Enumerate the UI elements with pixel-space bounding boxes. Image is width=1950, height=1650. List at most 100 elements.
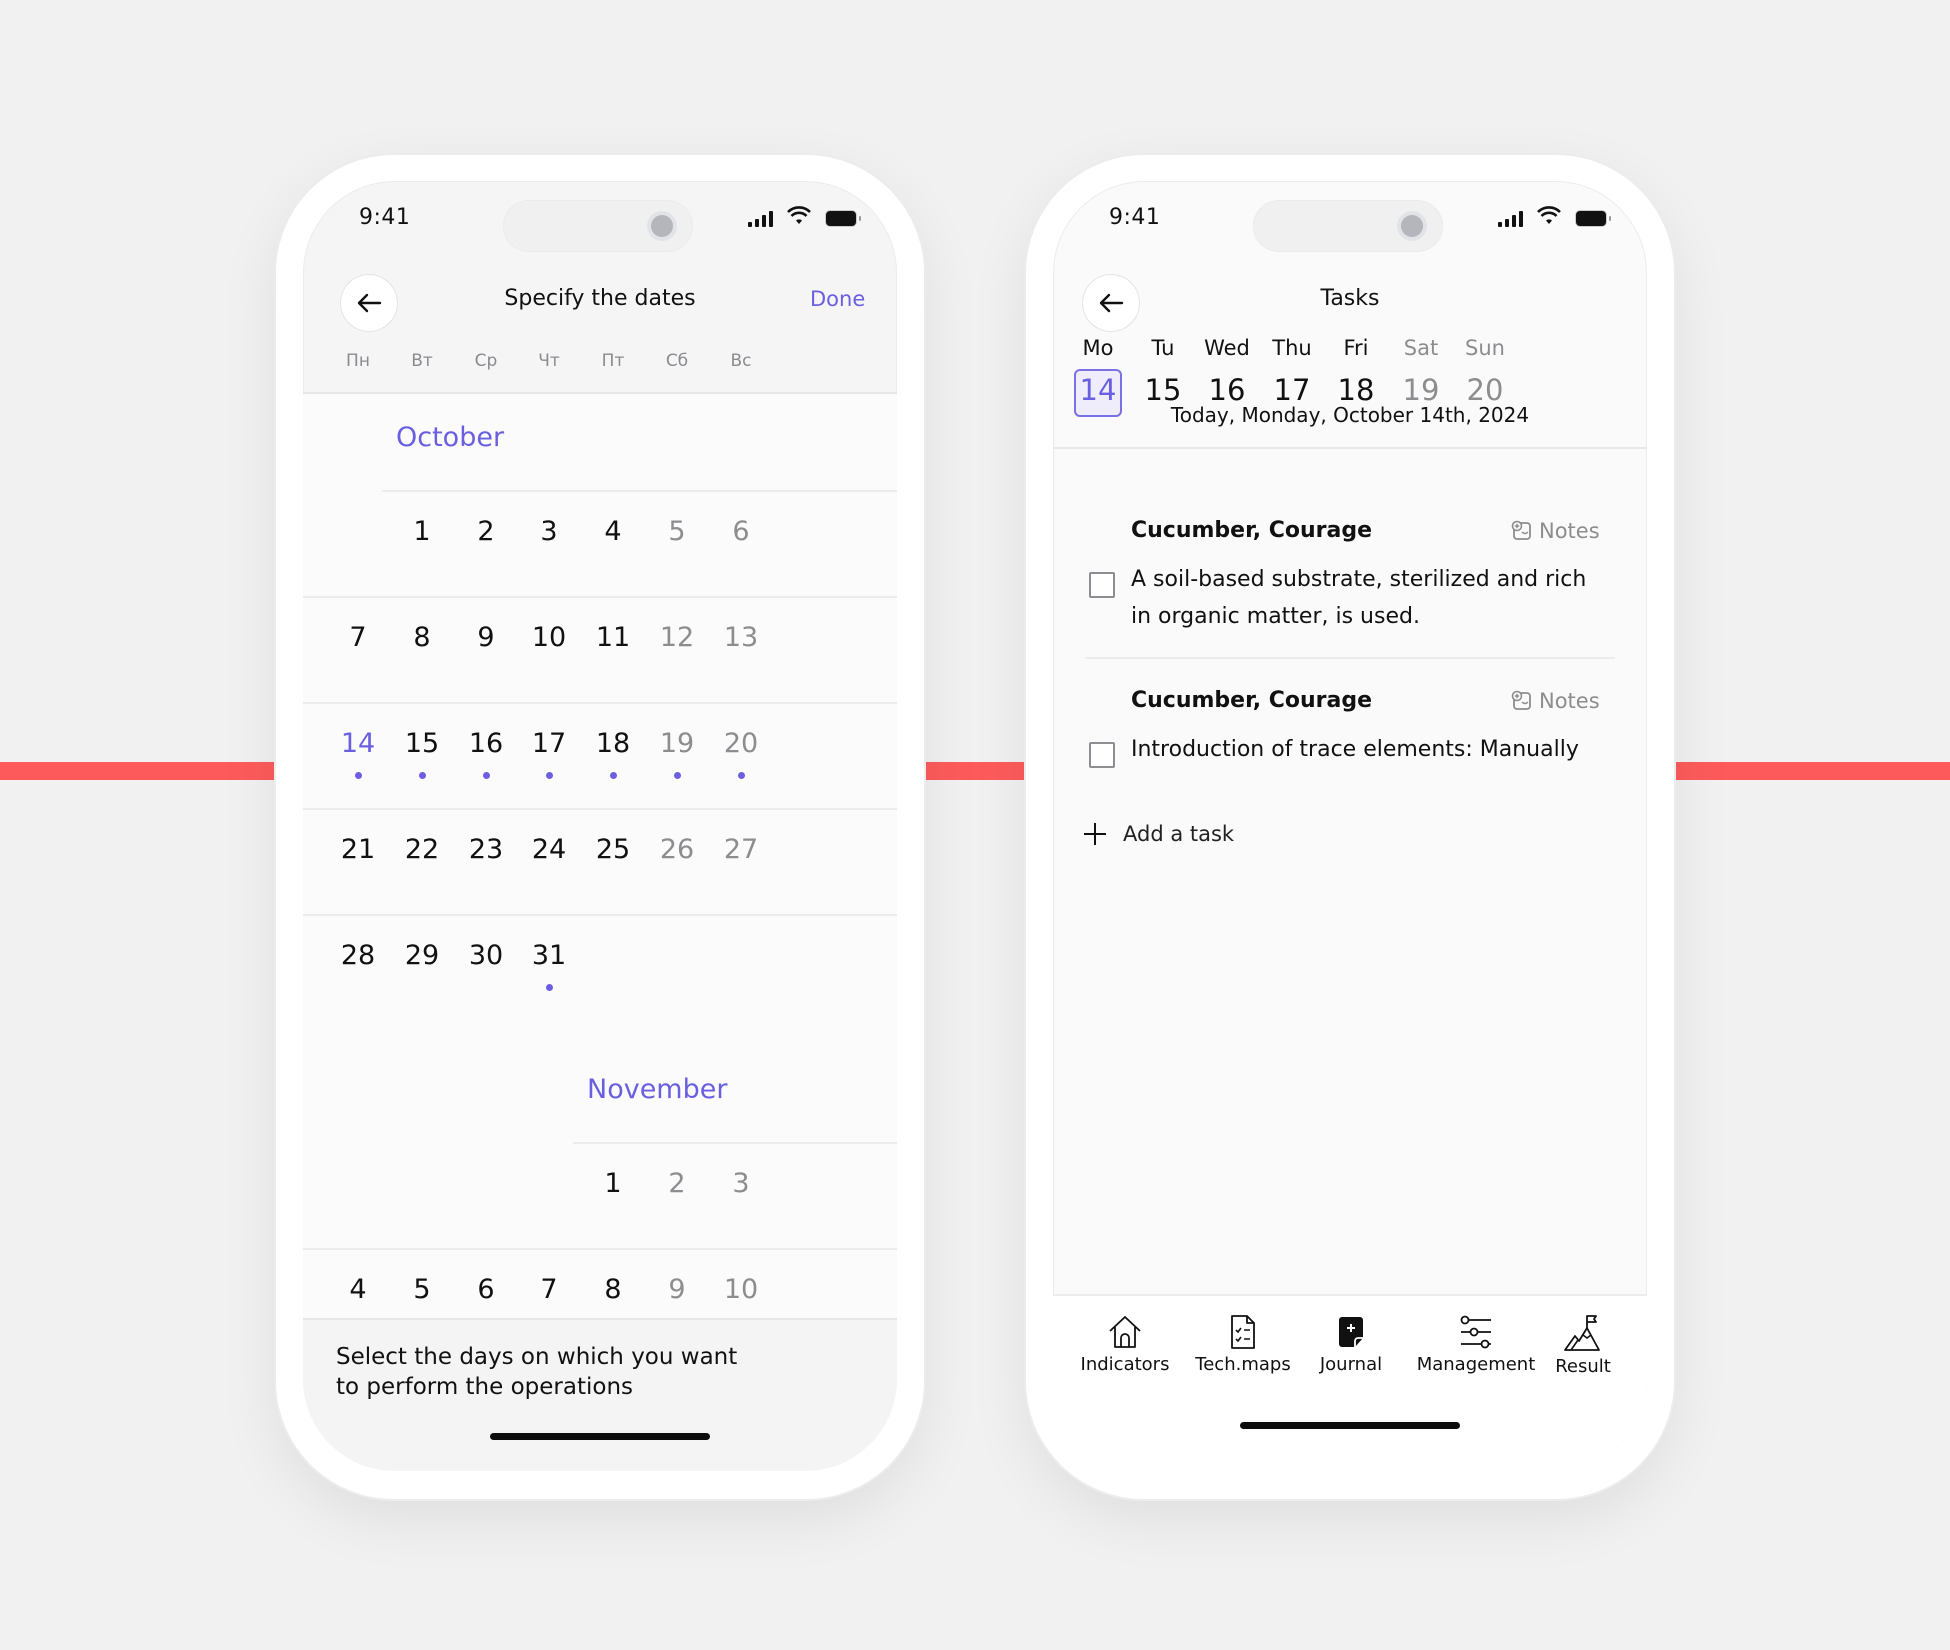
- home-indicator[interactable]: [490, 1433, 710, 1440]
- calendar-day[interactable]: 5: [392, 1274, 452, 1305]
- calendar-day[interactable]: 19: [647, 728, 707, 759]
- nav-item-indicators[interactable]: Indicators: [1075, 1314, 1175, 1375]
- calendar-day[interactable]: 25: [583, 834, 643, 865]
- checklist-document-icon: [1231, 1315, 1255, 1349]
- month-label: October: [396, 422, 505, 453]
- calendar-day[interactable]: 3: [519, 516, 579, 547]
- calendar-day[interactable]: 2: [456, 516, 516, 547]
- home-indicator[interactable]: [1240, 1422, 1460, 1429]
- page-title: Tasks: [1320, 286, 1380, 311]
- notes-button[interactable]: Notes: [1511, 689, 1600, 713]
- weekday-label: Ср: [474, 351, 498, 371]
- calendar-day[interactable]: 7: [519, 1274, 579, 1305]
- calendar-day[interactable]: 9: [647, 1274, 707, 1305]
- notes-add-icon: [1511, 690, 1531, 710]
- home-icon: [1109, 1316, 1141, 1348]
- calendar-day[interactable]: 1: [392, 516, 452, 547]
- tasks-screen: 9:41 Tasks Mo 14 Tu 15 Wed 16 Thu 17 Fri 18 Sat 19 S…: [1053, 181, 1647, 1471]
- calendar-day[interactable]: 5: [647, 516, 707, 547]
- week-day-date[interactable]: 18: [1321, 373, 1391, 407]
- calendar-day[interactable]: 7: [328, 622, 388, 653]
- notes-button[interactable]: Notes: [1511, 519, 1600, 543]
- nav-item-tech-maps[interactable]: Tech.maps: [1193, 1314, 1293, 1375]
- task-text: A soil-based substrate, sterilized and r…: [1131, 567, 1587, 629]
- journal-add-icon: [1339, 1317, 1363, 1347]
- calendar-day[interactable]: 22: [392, 834, 452, 865]
- calendar-day[interactable]: 31: [519, 940, 579, 971]
- weekday-label: Вт: [411, 351, 433, 371]
- calendar-day[interactable]: 17: [519, 728, 579, 759]
- calendar-day[interactable]: 2: [647, 1168, 707, 1199]
- calendar-day[interactable]: 1: [583, 1168, 643, 1199]
- month-divider: [573, 1142, 897, 1144]
- calendar-day[interactable]: 15: [392, 728, 452, 759]
- calendar-day[interactable]: 4: [328, 1274, 388, 1305]
- calendar-day[interactable]: 12: [647, 622, 707, 653]
- calendar-day[interactable]: 23: [456, 834, 516, 865]
- signal-icon: [1498, 211, 1523, 227]
- week-day-label: Mo: [1082, 336, 1114, 360]
- nav-item-management[interactable]: Management: [1411, 1314, 1541, 1375]
- calendar-day[interactable]: 21: [328, 834, 388, 865]
- calendar-day[interactable]: 24: [519, 834, 579, 865]
- week-day-date[interactable]: 20: [1450, 373, 1520, 407]
- week-day-label: Wed: [1204, 336, 1250, 360]
- phone-tasks: 9:41 Tasks Mo 14 Tu 15 Wed 16 Thu 17 Fri 18 Sat 19 S…: [1026, 155, 1674, 1499]
- week-day-label: Fri: [1343, 336, 1369, 360]
- task-checkbox[interactable]: [1089, 742, 1115, 768]
- sliders-icon: [1460, 1315, 1491, 1349]
- calendar-day[interactable]: 30: [456, 940, 516, 971]
- calendar-day[interactable]: 10: [711, 1274, 771, 1305]
- week-day-date[interactable]: 17: [1257, 373, 1327, 407]
- task-title: Cucumber, Courage: [1131, 518, 1373, 543]
- done-button[interactable]: Done: [810, 287, 865, 311]
- notes-add-icon: [1511, 520, 1531, 540]
- wifi-icon: [1537, 206, 1561, 224]
- add-task-button[interactable]: Add a task: [1083, 822, 1234, 846]
- battery-icon: [826, 211, 861, 226]
- calendar-day[interactable]: 28: [328, 940, 388, 971]
- calendar-day[interactable]: 3: [711, 1168, 771, 1199]
- date-picker-screen: 9:41 Specify the dates Done Пн Вт Ср Чт Пт Сб…: [303, 181, 897, 1471]
- calendar-day[interactable]: 8: [392, 622, 452, 653]
- calendar-scroll-area[interactable]: October 1 2 3 4 5 6 7 8 9 10 11 12 13 14 15 16 17 18 19 20 21…: [303, 394, 897, 1471]
- week-day-date[interactable]: 14: [1063, 373, 1133, 407]
- scheduled-dot-indicator: [674, 772, 681, 779]
- calendar-day[interactable]: 13: [711, 622, 771, 653]
- weekday-label: Пн: [346, 351, 370, 371]
- week-day-label: Thu: [1272, 336, 1312, 360]
- nav-item-result[interactable]: Result: [1543, 1314, 1623, 1377]
- weekday-label: Сб: [665, 351, 689, 371]
- mountain-flag-icon: [1564, 1315, 1600, 1351]
- calendar-day[interactable]: 18: [583, 728, 643, 759]
- calendar-day[interactable]: 9: [456, 622, 516, 653]
- scheduled-dot-indicator: [483, 772, 490, 779]
- status-time: 9:41: [359, 205, 411, 230]
- calendar-day[interactable]: 14: [328, 728, 388, 759]
- week-day-date[interactable]: 19: [1386, 373, 1456, 407]
- header-divider: [1053, 447, 1647, 449]
- dynamic-island: [503, 200, 693, 252]
- footer-divider: [303, 1318, 897, 1320]
- week-day-date[interactable]: 15: [1128, 373, 1198, 407]
- task-checkbox[interactable]: [1089, 572, 1115, 598]
- week-divider: [303, 596, 897, 598]
- calendar-day[interactable]: 29: [392, 940, 452, 971]
- calendar-day[interactable]: 26: [647, 834, 707, 865]
- calendar-day[interactable]: 10: [519, 622, 579, 653]
- month-label: November: [587, 1074, 728, 1105]
- calendar-day[interactable]: 27: [711, 834, 771, 865]
- calendar-day[interactable]: 11: [583, 622, 643, 653]
- task-divider: [1085, 657, 1615, 659]
- week-day-date[interactable]: 16: [1192, 373, 1262, 407]
- calendar-day[interactable]: 6: [456, 1274, 516, 1305]
- calendar-day[interactable]: 6: [711, 516, 771, 547]
- bottom-navigation: Indicators Tech.maps Journal Management …: [1053, 1294, 1647, 1471]
- calendar-day[interactable]: 8: [583, 1274, 643, 1305]
- calendar-day[interactable]: 16: [456, 728, 516, 759]
- nav-item-journal[interactable]: Journal: [1301, 1314, 1401, 1375]
- calendar-day[interactable]: 20: [711, 728, 771, 759]
- camera-icon: [1401, 215, 1423, 237]
- today-date-label: Today, Monday, October 14th, 2024: [1170, 403, 1530, 427]
- calendar-day[interactable]: 4: [583, 516, 643, 547]
